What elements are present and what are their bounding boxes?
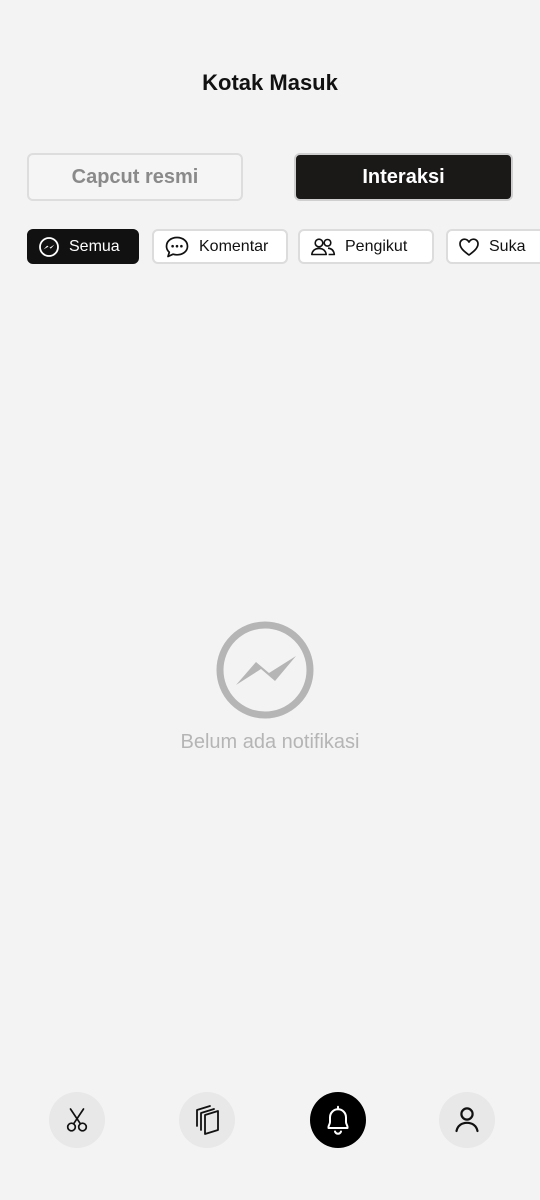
scissors-icon bbox=[66, 1108, 88, 1132]
followers-icon bbox=[311, 237, 336, 255]
filter-all-label: Semua bbox=[69, 237, 120, 255]
filter-comments-label: Komentar bbox=[199, 237, 269, 255]
nav-edit-button[interactable] bbox=[49, 1092, 105, 1148]
page-title: Kotak Masuk bbox=[202, 70, 338, 95]
nav-templates-button[interactable] bbox=[179, 1092, 235, 1148]
comment-icon bbox=[165, 236, 189, 257]
tab-capcut-official[interactable]: Capcut resmi bbox=[27, 153, 243, 201]
filter-followers-chip[interactable]: Pengikut bbox=[298, 229, 434, 264]
tab-capcut-official-label: Capcut resmi bbox=[71, 165, 199, 188]
profile-icon bbox=[455, 1107, 479, 1133]
tab-interaction-label: Interaksi bbox=[362, 165, 445, 188]
nav-profile-button[interactable] bbox=[439, 1092, 495, 1148]
messenger-icon bbox=[39, 236, 59, 257]
nav-inbox-button[interactable] bbox=[310, 1092, 366, 1148]
messenger-icon bbox=[216, 621, 314, 719]
filter-all-chip[interactable]: Semua bbox=[27, 229, 139, 264]
heart-icon bbox=[459, 237, 479, 256]
tab-interaction[interactable]: Interaksi bbox=[294, 153, 513, 201]
empty-state-message: Belum ada notifikasi bbox=[180, 731, 360, 753]
filter-likes-label: Suka bbox=[489, 237, 526, 255]
filter-comments-chip[interactable]: Komentar bbox=[152, 229, 288, 264]
templates-icon bbox=[196, 1105, 219, 1135]
filter-followers-label: Pengikut bbox=[345, 237, 408, 255]
filter-likes-chip[interactable]: Suka bbox=[446, 229, 540, 264]
bell-icon bbox=[327, 1105, 349, 1135]
